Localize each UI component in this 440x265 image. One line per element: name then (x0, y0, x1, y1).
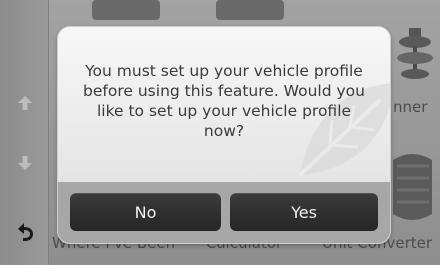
message-line: like to set up your vehicle profile (96, 102, 352, 120)
device-screen: nner Where I've Been Calculator Unit Con… (0, 0, 440, 265)
dialog-body: You must set up your vehicle profile bef… (58, 27, 390, 182)
vehicle-profile-dialog: You must set up your vehicle profile bef… (58, 27, 390, 243)
top-row-icon (86, 0, 166, 22)
back-arrow-icon (13, 220, 37, 244)
arrow-up-icon (15, 93, 35, 113)
scroll-up-button[interactable] (8, 86, 42, 120)
message-line: before using this feature. Would you (83, 82, 365, 100)
dialog-message: You must set up your vehicle profile bef… (72, 61, 376, 141)
dialog-footer: No Yes (58, 182, 390, 243)
scroll-down-button[interactable] (8, 146, 42, 180)
top-row-icon-2 (210, 0, 290, 22)
message-line: now? (203, 122, 245, 140)
trip-planner-icon (395, 28, 435, 90)
side-rail (0, 0, 49, 265)
unit-converter-icon (385, 152, 440, 222)
no-button[interactable]: No (70, 193, 221, 231)
trip-planner-label: nner (393, 98, 428, 116)
message-line: You must set up your vehicle profile (85, 62, 363, 80)
back-button[interactable] (8, 215, 42, 249)
yes-button[interactable]: Yes (230, 193, 378, 231)
arrow-down-icon (15, 153, 35, 173)
